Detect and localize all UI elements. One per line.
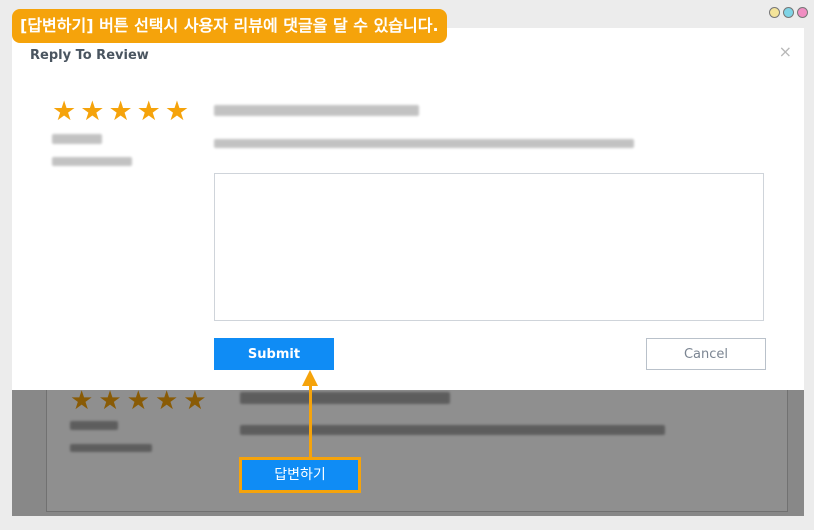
- star-icon: ★: [52, 96, 77, 127]
- window-controls: [769, 7, 808, 18]
- blurred-text: [52, 134, 102, 144]
- star-icon: ★: [108, 96, 133, 127]
- callout-arrow-line: [309, 384, 312, 460]
- modal-backdrop[interactable]: [12, 390, 804, 516]
- cancel-button[interactable]: Cancel: [646, 338, 766, 370]
- dot-pink[interactable]: [797, 7, 808, 18]
- dot-cyan[interactable]: [783, 7, 794, 18]
- close-icon[interactable]: ×: [779, 44, 792, 60]
- reply-modal: Reply To Review × ★ ★ ★ ★ ★ Submit Cance…: [12, 28, 804, 390]
- blurred-text: [52, 157, 132, 166]
- star-icon: ★: [80, 96, 105, 127]
- star-icon: ★: [136, 96, 161, 127]
- submit-button[interactable]: Submit: [214, 338, 334, 370]
- blurred-text: [214, 105, 419, 116]
- modal-title: Reply To Review: [30, 48, 149, 63]
- reply-textarea[interactable]: [214, 173, 764, 321]
- rating-stars: ★ ★ ★ ★ ★: [52, 98, 189, 125]
- blurred-text: [214, 139, 634, 148]
- dot-yellow[interactable]: [769, 7, 780, 18]
- reply-callout-label: 답변하기: [239, 457, 361, 493]
- caption-banner: [답변하기] 버튼 선택시 사용자 리뷰에 댓글을 달 수 있습니다.: [12, 9, 447, 43]
- star-icon: ★: [164, 96, 190, 127]
